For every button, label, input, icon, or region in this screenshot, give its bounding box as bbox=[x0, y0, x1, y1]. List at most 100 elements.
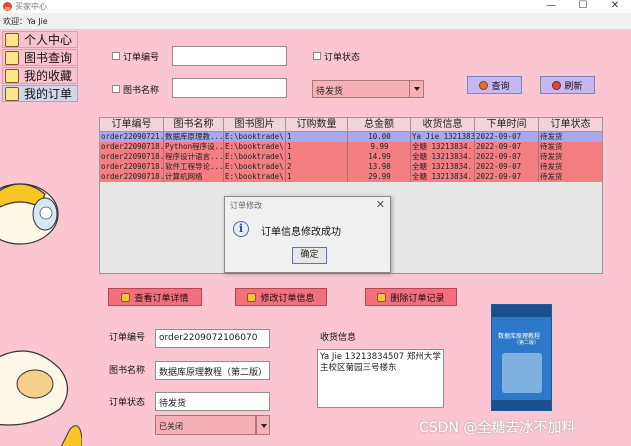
view-order-detail-button[interactable]: 查看订单详情 bbox=[108, 288, 202, 306]
table-cell: 待发货 bbox=[539, 162, 602, 172]
cartoon-duck-decoration bbox=[0, 183, 59, 245]
sidebar-item-personal-center[interactable]: 个人中心 bbox=[2, 31, 78, 48]
sidebar-item-label: 我的订单 bbox=[24, 87, 73, 101]
minimize-button[interactable]: — bbox=[541, 0, 561, 13]
table-cell: order22090718... bbox=[100, 152, 164, 162]
refresh-button[interactable]: 刷新 bbox=[540, 76, 595, 94]
info-icon: i bbox=[233, 221, 249, 237]
table-cell: order22090718... bbox=[100, 172, 164, 182]
table-cell: Ya Jie 1321383... bbox=[411, 132, 475, 142]
book-cover-image: 数据库原理教程 （第二版） bbox=[491, 304, 552, 411]
status-select[interactable]: 待发货 bbox=[312, 80, 424, 98]
chevron-down-icon[interactable] bbox=[409, 81, 423, 97]
sidebar: 个人中心 图书查询 我的收藏 我的订单 bbox=[0, 29, 82, 446]
table-cell: 全糖 13213834... bbox=[411, 172, 475, 182]
table-cell: 1 bbox=[286, 142, 348, 152]
delete-icon bbox=[377, 292, 387, 302]
table-cell: 13.98 bbox=[348, 162, 411, 172]
table-cell: 1 bbox=[286, 172, 348, 182]
order-no-filter-label: 订单编号 bbox=[123, 53, 160, 63]
search-button-label: 查询 bbox=[491, 81, 510, 92]
table-cell: 2022-09-07 bbox=[475, 132, 539, 142]
status-checkbox[interactable] bbox=[313, 52, 321, 60]
message-dialog: 订单修改 ✕ i 订单信息修改成功 确定 bbox=[224, 196, 391, 273]
table-cell: 10.00 bbox=[348, 132, 411, 142]
refresh-button-label: 刷新 bbox=[564, 81, 583, 92]
table-cell: 2022-09-07 bbox=[475, 162, 539, 172]
sidebar-item-label: 图书查询 bbox=[24, 51, 73, 65]
table-row[interactable]: order22090718... Python程序设... E:\booktra… bbox=[100, 142, 602, 152]
book-search-icon bbox=[5, 50, 19, 65]
table-cell: 14.99 bbox=[348, 152, 411, 162]
delete-order-button[interactable]: 删除订单记录 bbox=[365, 288, 457, 306]
column-header[interactable]: 订购数量 bbox=[286, 118, 348, 132]
dialog-close-icon[interactable]: ✕ bbox=[376, 198, 385, 211]
table-cell: 9.99 bbox=[348, 142, 411, 152]
table-cell: 待发货 bbox=[539, 132, 602, 142]
search-icon bbox=[479, 80, 489, 90]
sidebar-item-my-orders[interactable]: 我的订单 bbox=[2, 85, 78, 102]
order-no-checkbox[interactable] bbox=[112, 52, 120, 60]
table-row[interactable]: order22090718... 软件工程导论... E:\booktrade\… bbox=[100, 162, 602, 172]
detail-order-no-field[interactable]: order2209072106070 bbox=[155, 329, 270, 348]
book-cover-edition: （第二版） bbox=[514, 340, 540, 346]
table-cell: Python程序设... bbox=[164, 142, 224, 152]
search-button[interactable]: 查询 bbox=[467, 76, 522, 94]
refresh-icon bbox=[552, 80, 562, 90]
column-header[interactable]: 订单状态 bbox=[539, 118, 602, 132]
maximize-button[interactable]: ☐ bbox=[573, 0, 593, 13]
detail-status-field[interactable]: 待发货 bbox=[155, 392, 270, 411]
cartoon-hand-decoration bbox=[0, 350, 82, 446]
detail-address-label: 收货信息 bbox=[320, 333, 357, 343]
status-change-select[interactable]: 已关闭 bbox=[155, 415, 270, 435]
table-row[interactable]: order22090718... 计算机网络 E:\booktrade\... … bbox=[100, 172, 602, 182]
sidebar-item-label: 个人中心 bbox=[24, 33, 73, 47]
favorites-icon bbox=[5, 68, 19, 83]
table-row[interactable]: order22090721... 数据库原理教... E:\booktrade\… bbox=[100, 132, 602, 142]
table-cell: 待发货 bbox=[539, 142, 602, 152]
table-header: 订单编号 图书名称 图书图片 订购数量 总金额 收货信息 下单时间 订单状态 bbox=[100, 118, 602, 132]
table-cell: order22090718... bbox=[100, 142, 164, 152]
detail-book-name-label: 图书名称 bbox=[109, 366, 146, 376]
chevron-down-icon[interactable] bbox=[256, 415, 270, 435]
book-name-checkbox[interactable] bbox=[112, 85, 120, 93]
table-cell: E:\booktrade\... bbox=[224, 132, 286, 142]
app-icon bbox=[3, 2, 12, 11]
column-header[interactable]: 下单时间 bbox=[475, 118, 539, 132]
detail-address-textarea[interactable]: Ya Jie 13213834507 郑州大学主校区菊园三号楼东 bbox=[317, 349, 444, 408]
status-filter-label: 订单状态 bbox=[324, 53, 361, 63]
column-header[interactable]: 收货信息 bbox=[411, 118, 475, 132]
table-cell: 待发货 bbox=[539, 152, 602, 162]
table-cell: 2022-09-07 bbox=[475, 142, 539, 152]
table-cell: 计算机网络 bbox=[164, 172, 224, 182]
sidebar-item-favorites[interactable]: 我的收藏 bbox=[2, 67, 78, 84]
sidebar-item-book-search[interactable]: 图书查询 bbox=[2, 49, 78, 66]
column-header[interactable]: 总金额 bbox=[348, 118, 411, 132]
column-header[interactable]: 订单编号 bbox=[100, 118, 164, 132]
sidebar-item-label: 我的收藏 bbox=[24, 69, 73, 83]
column-header[interactable]: 图书图片 bbox=[224, 118, 286, 132]
table-cell: E:\booktrade\... bbox=[224, 172, 286, 182]
close-window-button[interactable]: ✕ bbox=[605, 0, 625, 13]
table-cell: 29.99 bbox=[348, 172, 411, 182]
modify-order-button[interactable]: 修改订单信息 bbox=[235, 288, 327, 306]
table-cell: 2022-09-07 bbox=[475, 152, 539, 162]
window-title: 买家中心 bbox=[15, 2, 47, 11]
detail-order-no-label: 订单编号 bbox=[109, 333, 146, 343]
table-row[interactable]: order22090718... 程序设计语言... E:\booktrade\… bbox=[100, 152, 602, 162]
status-change-value: 已关闭 bbox=[155, 415, 256, 435]
table-cell: E:\booktrade\... bbox=[224, 152, 286, 162]
person-icon bbox=[5, 32, 19, 47]
dialog-ok-button[interactable]: 确定 bbox=[292, 247, 327, 264]
detail-book-name-field[interactable]: 数据库原理教程（第二版） bbox=[155, 361, 270, 380]
order-no-input[interactable] bbox=[172, 46, 287, 66]
view-detail-label: 查看订单详情 bbox=[134, 293, 189, 304]
table-cell: 2022-09-07 bbox=[475, 172, 539, 182]
dialog-title: 订单修改 bbox=[230, 201, 262, 210]
table-cell: 全糖 13213834... bbox=[411, 142, 475, 152]
column-header[interactable]: 图书名称 bbox=[164, 118, 224, 132]
table-cell: 全糖 13213834... bbox=[411, 152, 475, 162]
edit-icon bbox=[247, 292, 257, 302]
book-name-input[interactable] bbox=[172, 78, 287, 98]
watermark: CSDN @全糖去冰不加料 bbox=[419, 420, 576, 436]
